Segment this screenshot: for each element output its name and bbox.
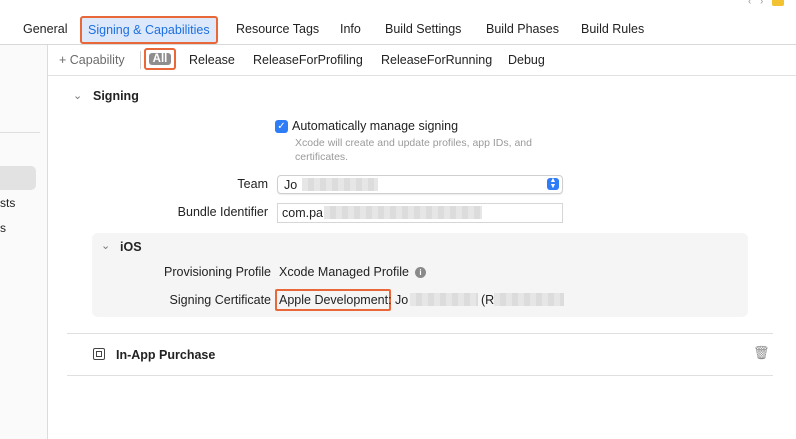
top-toolbar-remnant: ‹ › [748,0,788,8]
auto-manage-checkbox[interactable]: ✓ [275,120,288,133]
signing-certificate-label: Signing Certificate [169,293,271,307]
warning-icon[interactable] [772,0,784,6]
signing-section-title: Signing [93,89,139,103]
team-redacted [302,178,378,191]
bundle-identifier-field[interactable]: com.pa [277,203,563,223]
provisioning-profile-value: Xcode Managed Profile [279,265,409,279]
signing-certificate-id: (R [481,293,495,307]
section-divider [67,333,773,334]
chevron-down-icon[interactable]: ⌄ [73,89,82,102]
auto-manage-label[interactable]: Automatically manage signing [292,119,458,133]
provisioning-profile-label: Provisioning Profile [164,265,271,279]
config-all-button[interactable]: All [149,53,171,65]
bundle-identifier-value: com.pa [282,206,323,220]
config-release-button[interactable]: Release [189,53,235,67]
sidebar-item-tests[interactable]: sts [0,196,15,210]
config-releaseforprofiling-button[interactable]: ReleaseForProfiling [253,53,363,67]
popup-stepper-icon: ▲ ▼ [547,177,559,190]
auto-manage-hint-line1: Xcode will create and update profiles, a… [295,137,532,149]
toolbar-divider [140,51,141,69]
ios-section-title: iOS [120,240,142,254]
bundle-redacted [324,206,482,219]
forward-chevron-icon[interactable]: › [760,0,763,7]
config-debug-button[interactable]: Debug [508,53,545,67]
tab-build-phases[interactable]: Build Phases [486,14,559,44]
sidebar-item-selected[interactable] [0,166,36,190]
auto-manage-hint-line2: certificates. [295,151,349,163]
in-app-purchase-title: In-App Purchase [116,348,216,362]
section-divider-bottom [67,375,773,376]
back-chevron-icon[interactable]: ‹ [748,0,751,7]
tab-general[interactable]: General [23,14,67,44]
tab-signing-capabilities[interactable]: Signing & Capabilities [80,16,218,44]
chevron-down-icon[interactable]: ⌄ [101,239,110,252]
tab-build-rules[interactable]: Build Rules [581,14,644,44]
signing-certificate-name: Jo [395,293,409,307]
team-value: Jo [284,178,298,192]
capability-filter-bar: + Capability All Release ReleaseForProfi… [48,45,796,76]
sidebar-divider [0,132,40,133]
bundle-identifier-label: Bundle Identifier [177,205,268,219]
config-releaseforrunning-button[interactable]: ReleaseForRunning [381,53,492,67]
ios-signing-box: ⌄ iOS Provisioning Profile Xcode Managed… [92,233,748,317]
signing-certificate-type: Apple Development: [279,293,392,307]
team-popup[interactable]: Jo ▲ ▼ [277,175,563,194]
auto-manage-hint: Xcode will create and update profiles, a… [295,136,532,164]
add-capability-button[interactable]: + Capability [59,53,125,67]
certificate-name-redacted [410,293,478,306]
targets-sidebar: sts s [0,45,48,439]
trash-icon[interactable]: 🗑 [753,345,770,361]
info-icon[interactable]: i [415,267,426,278]
tab-build-settings[interactable]: Build Settings [385,14,461,44]
in-app-purchase-icon [93,348,105,360]
tab-resource-tags[interactable]: Resource Tags [236,14,319,44]
team-label: Team [237,177,268,191]
editor-tab-bar: General Signing & Capabilities Resource … [0,14,796,45]
sidebar-item-partial[interactable]: s [0,221,6,235]
config-all-highlight: All [144,48,176,70]
certificate-id-redacted [494,293,564,306]
tab-info[interactable]: Info [340,14,361,44]
